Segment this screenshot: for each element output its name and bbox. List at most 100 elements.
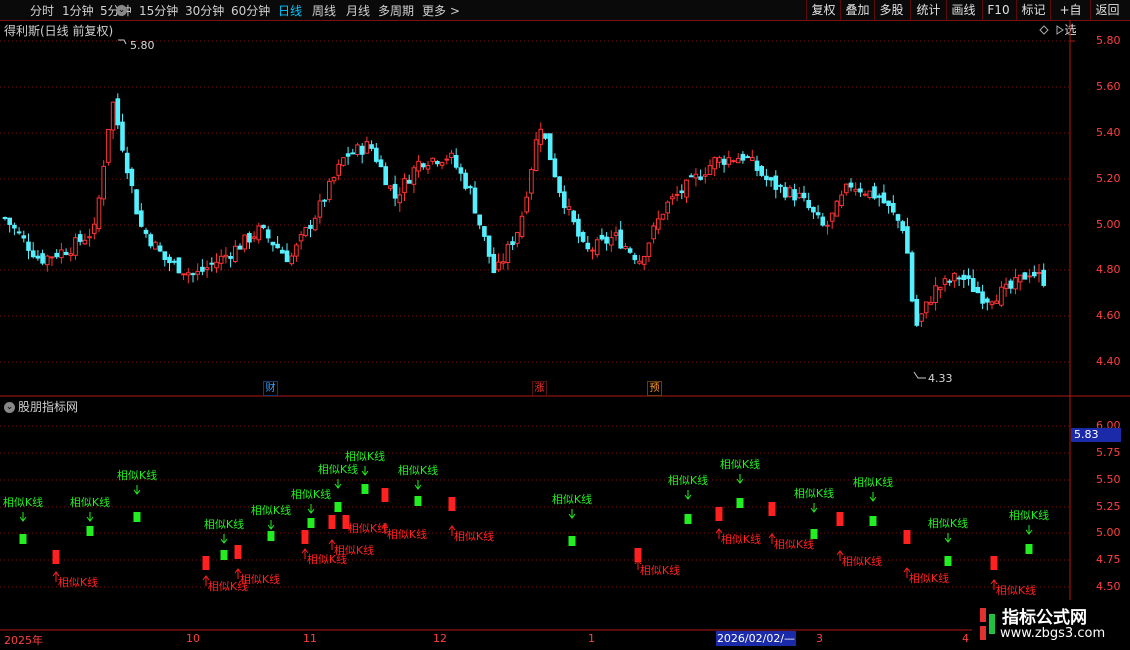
candle-body [590,249,595,252]
candle-body [195,271,200,275]
sell-signal-label: 相似K线 [117,468,157,482]
candle-body [374,147,379,162]
sell-arrow-icon [869,492,877,502]
main-grid [0,40,1070,588]
candle-body [265,229,271,239]
candle-body [909,252,915,302]
sell-signal-bar [220,550,228,560]
sell-signal-bar [568,536,576,546]
candle-body [848,182,854,188]
candle-body [449,152,454,158]
candle-body [975,287,981,294]
candle-body [16,231,22,234]
candle-body [251,236,257,239]
candle-body [477,214,482,226]
candle-body [472,187,478,214]
candle-body [2,217,8,219]
candle-body [1041,269,1047,286]
sell-signal-bar [869,516,877,526]
sell-signal-label: 相似K线 [720,457,760,471]
candle-body [59,249,64,259]
candle-body [106,129,111,163]
candle-body [411,167,417,185]
candle-body [40,253,45,264]
candle-body [961,274,967,280]
candle-body [806,200,812,209]
candle-body [157,245,163,252]
candle-body [557,176,562,193]
sell-signal-label: 相似K线 [928,516,968,530]
candle-body [139,210,144,227]
watermark-title: 指标公式网 [1002,608,1087,628]
low-marker-line [913,371,926,379]
candle-body [674,193,680,196]
candle-body [228,256,233,259]
candle-body [547,133,553,161]
buy-signal-bar [234,545,242,559]
watermark-url: www.zbgs3.com [1000,626,1106,641]
chevron-down-icon[interactable]: ⌄ [4,402,15,413]
candle-body [585,242,591,250]
candle-body [26,241,31,251]
candle-body [609,237,614,246]
candle-body [425,165,431,170]
candle-body [886,200,891,207]
candle-body [430,157,435,162]
candle-body [914,299,920,326]
candle-body [444,158,450,161]
candle-body [167,256,172,264]
candle-body [162,251,168,261]
sell-signal-bar [1025,544,1033,554]
candle-body [867,190,873,199]
buy-signal-label: 相似K线 [996,583,1036,597]
candle-body [388,185,393,189]
indicator-title[interactable]: ⌄ 股朋指标网 [4,398,78,415]
candle-body [233,245,238,263]
indicator-y-tick-label: 5.50 [1096,473,1121,486]
candle-body [613,232,619,236]
buy-signal-label: 相似K线 [774,537,814,551]
candle-body [839,194,844,206]
triangle-icon[interactable] [1056,25,1064,35]
candle-body [275,243,280,249]
candle-body [35,255,41,259]
badge-forecast[interactable]: 预 [647,381,662,396]
badge-rise[interactable]: 涨 [532,381,547,396]
candle-body [317,200,323,218]
x-tick-label: 12 [433,632,447,645]
candle-body [834,200,840,217]
buy-signal-label: 相似K线 [909,571,949,585]
candle-body [510,241,515,245]
badge-finance[interactable]: 财 [263,381,278,396]
candle-body [369,144,374,149]
x-tick-label: 10 [186,632,200,645]
main-chart-title: 得利斯(日线 前复权) [4,24,114,38]
diamond-icon[interactable] [1039,25,1049,35]
candle-body [618,229,624,249]
y-tick-label: 5.00 [1096,218,1121,231]
candle-body [261,224,266,229]
sell-signal-label: 相似K线 [668,473,708,487]
candle-body [970,278,976,292]
buy-signal-label: 相似K线 [842,554,882,568]
buy-signal-bar [634,548,642,562]
candle-body [421,163,426,168]
candle-body [637,260,642,264]
sell-signal-label: 相似K线 [3,495,43,509]
candle-body [247,233,252,243]
sell-signal-bar [267,531,275,541]
candle-body [515,232,520,244]
candle-body [707,165,713,176]
candle-body [938,286,943,291]
candle-body [552,158,558,178]
y-tick-label: 4.40 [1096,355,1121,368]
high-annotation: 5.80 [130,39,155,52]
candle-body [303,227,309,236]
chart-canvas[interactable]: 相似K线 相似K线相似K线相似K线相似K线相似K线相似K线相似K线相似K线相似K线… [0,0,1130,650]
candle-body [294,244,299,257]
candle-body [670,196,675,200]
candle-body [355,144,360,155]
chevron-down-icon[interactable]: ⌄ [116,5,127,16]
candle-body [402,178,407,194]
candle-body [895,214,901,221]
